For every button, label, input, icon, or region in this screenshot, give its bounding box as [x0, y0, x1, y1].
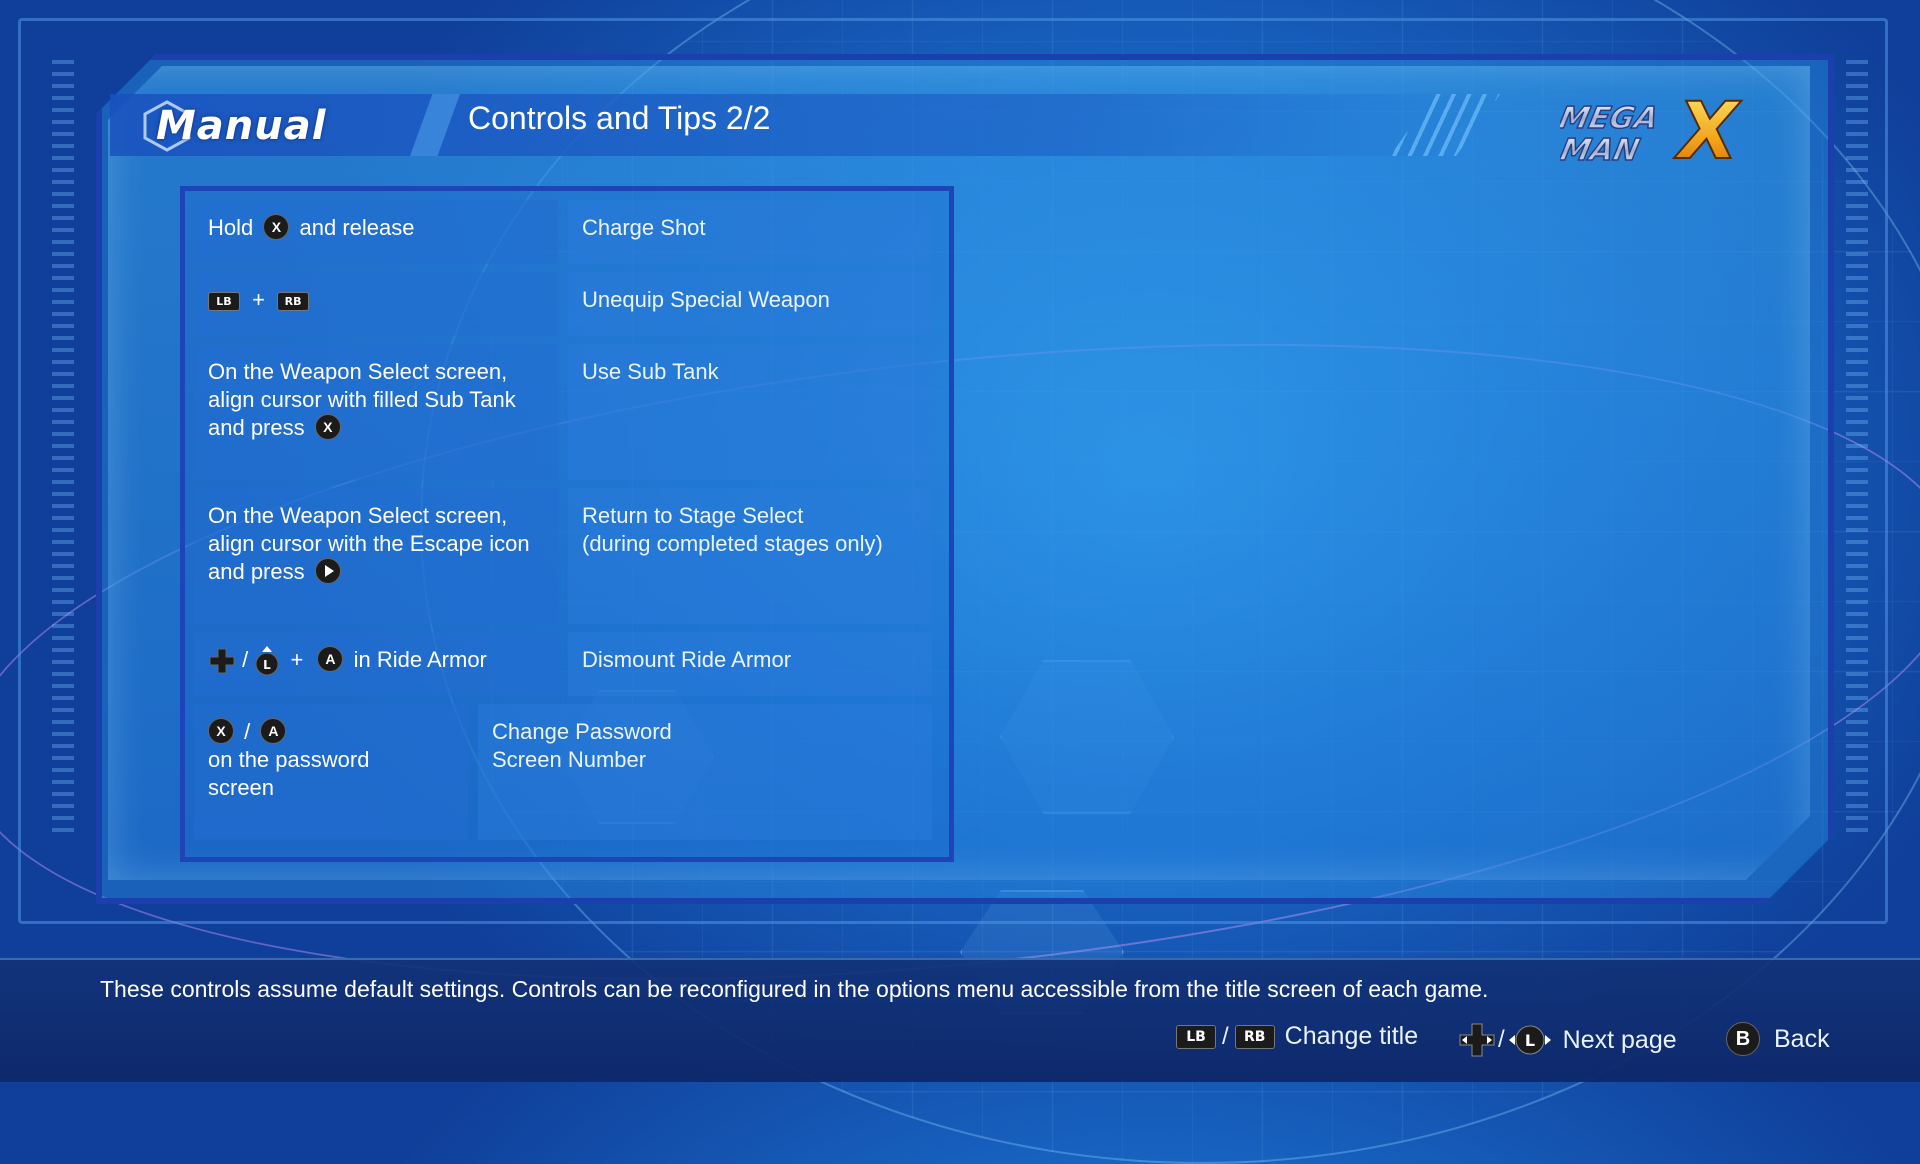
legend-label: Back: [1774, 1024, 1830, 1053]
control-action-cell: Dismount Ride Armor: [568, 632, 932, 696]
control-action-cell: Change Password Screen Number: [478, 704, 932, 840]
svg-text:X: X: [1674, 88, 1742, 166]
svg-text:MEGA: MEGA: [1560, 101, 1661, 136]
frame-stripes-left: [52, 60, 74, 840]
lb-button-icon: LB: [1176, 1024, 1216, 1049]
x-button-icon: X: [208, 718, 234, 745]
svg-text:L: L: [1525, 1031, 1535, 1050]
a-button-icon: A: [317, 646, 344, 673]
control-action-cell: Use Sub Tank: [568, 344, 932, 480]
mega-man-x-logo: MEGA MAN X: [1560, 88, 1743, 166]
input-text: Hold: [208, 215, 254, 240]
frame-stripes-right: [1846, 60, 1868, 840]
control-input-cell: X / A on the password screen: [194, 704, 468, 840]
control-action-cell: Charge Shot: [568, 200, 932, 264]
legend-change-title[interactable]: LB / RB Change title: [1176, 1022, 1418, 1051]
left-stick-icon: L: [1508, 1025, 1551, 1055]
slash-separator: /: [1498, 1026, 1505, 1053]
legend-label: Change title: [1284, 1022, 1419, 1050]
svg-text:MAN: MAN: [1560, 133, 1643, 166]
menu-button-icon: [314, 558, 341, 585]
action-text: (during completed stages only): [582, 531, 883, 556]
action-text: Change Password: [492, 719, 672, 744]
control-input-cell: On the Weapon Select screen, align curso…: [194, 488, 558, 624]
slash-separator: /: [242, 647, 249, 672]
page-title: Controls and Tips 2/2: [468, 100, 771, 136]
manual-section-label: Manual: [142, 98, 326, 154]
input-text: On the Weapon Select screen, align curso…: [208, 359, 516, 440]
input-text: on the password: [208, 747, 370, 773]
x-button-icon: X: [263, 214, 290, 241]
action-text: Return to Stage Select: [582, 503, 804, 528]
control-action-cell: Return to Stage Select (during completed…: [568, 488, 932, 624]
a-button-icon: A: [260, 718, 287, 745]
b-button-icon: B: [1726, 1022, 1760, 1056]
control-input-cell: Hold X and release: [194, 200, 558, 264]
action-text: Charge Shot: [582, 215, 706, 240]
lb-button-icon: LB: [208, 291, 240, 311]
dpad-icon: [1459, 1023, 1495, 1057]
x-button-icon: X: [314, 414, 341, 441]
input-text: in Ride Armor: [353, 647, 487, 672]
control-action-cell: Unequip Special Weapon: [568, 272, 932, 336]
control-input-cell: LB + RB: [194, 272, 558, 336]
controls-notice: These controls assume default settings. …: [100, 976, 1489, 1002]
plus-sign: +: [252, 287, 265, 312]
rb-button-icon: RB: [277, 291, 310, 311]
rb-button-icon: RB: [1234, 1024, 1275, 1049]
input-text: and release: [299, 215, 415, 240]
legend-back[interactable]: B Back: [1726, 1022, 1830, 1056]
plus-sign: +: [290, 647, 304, 672]
dpad-icon: [209, 648, 235, 674]
legend-next-page[interactable]: / L Next page: [1458, 1022, 1677, 1058]
action-text: Use Sub Tank: [582, 359, 719, 384]
control-input-cell: On the Weapon Select screen, align curso…: [194, 344, 558, 480]
legend-label: Next page: [1562, 1025, 1677, 1054]
action-text: Dismount Ride Armor: [582, 647, 792, 672]
input-text: screen: [208, 775, 275, 801]
left-stick-icon: L: [255, 646, 279, 676]
stick-label: L: [264, 658, 272, 672]
slash-separator: /: [1222, 1022, 1229, 1050]
section-title: Manual: [156, 103, 327, 149]
action-text: Screen Number: [492, 747, 647, 772]
action-text: Unequip Special Weapon: [582, 287, 830, 312]
slash-separator: /: [244, 719, 251, 744]
control-input-cell: / L + A in Ride Armor: [194, 632, 558, 696]
input-text: On the Weapon Select screen, align curso…: [208, 503, 530, 584]
